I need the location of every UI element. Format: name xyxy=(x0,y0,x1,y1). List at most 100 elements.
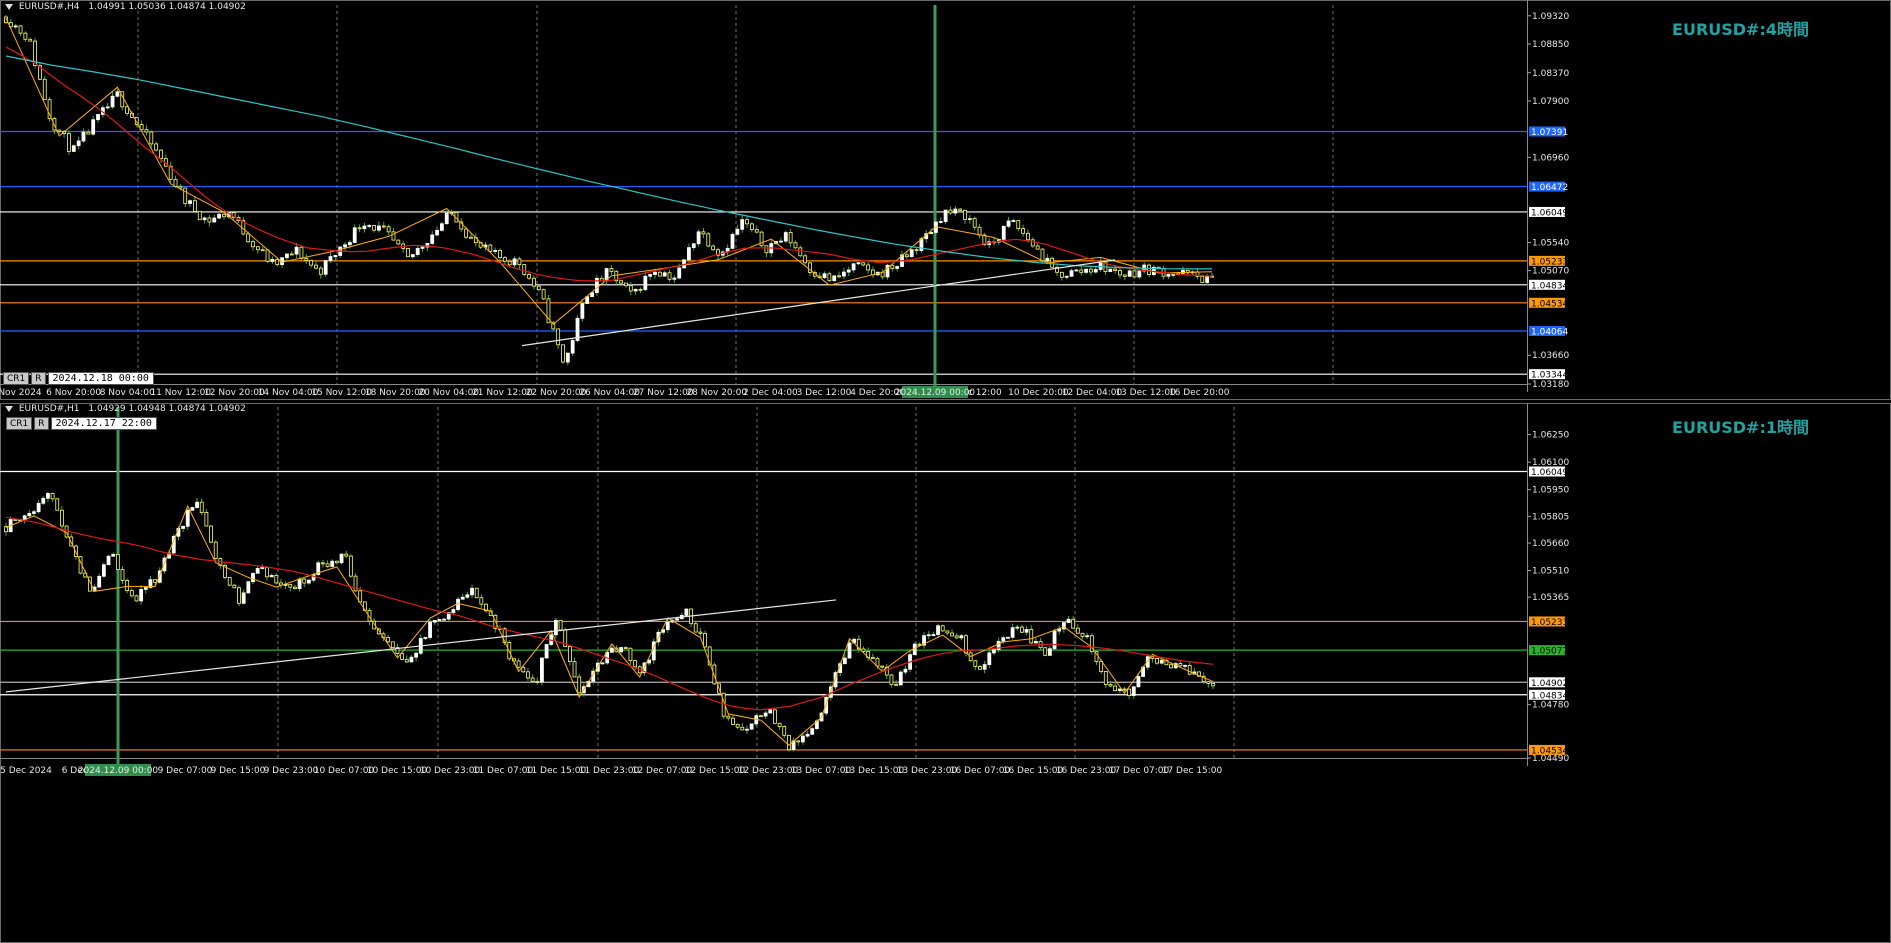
time-tick-label: 16 Dec 15:00 xyxy=(1003,766,1064,776)
candle-body xyxy=(428,621,432,638)
price-tick-label: 1.08370 xyxy=(1532,69,1569,79)
candle-body xyxy=(183,187,188,204)
candle-body xyxy=(217,213,222,219)
r-button[interactable]: R xyxy=(34,417,49,430)
h1-chart-svg: 1.062501.061001.059501.058051.056601.055… xyxy=(0,403,1891,943)
candle-body xyxy=(1118,270,1122,276)
candle-body xyxy=(241,592,246,604)
candle-body xyxy=(181,525,185,529)
candle-body xyxy=(577,676,582,694)
candle-body xyxy=(516,660,521,668)
candle-body xyxy=(1137,270,1142,278)
candle-body xyxy=(894,683,899,686)
candle-body xyxy=(237,587,241,604)
candle-body xyxy=(973,660,978,667)
candle-body xyxy=(521,666,526,673)
candle-body xyxy=(28,38,33,42)
candle-body xyxy=(362,225,367,230)
candle-body xyxy=(309,260,314,266)
time-tick-label: 11 Dec 15:00 xyxy=(526,766,587,776)
h1-chart-pane[interactable]: 1.06250 1.06100 1.05950 1.05805 1.05660 1.055… xyxy=(0,403,1891,943)
candle-body xyxy=(633,660,638,668)
candle-body xyxy=(288,583,293,588)
candle-body xyxy=(929,232,933,235)
price-tick-label: 1.03180 xyxy=(1532,380,1569,390)
candle-body xyxy=(1052,630,1057,650)
candle-body xyxy=(274,574,279,584)
candle-body xyxy=(1085,635,1090,638)
price-tick-label: 1.04780 xyxy=(1532,701,1569,711)
time-tick-label: 16 Dec 20:00 xyxy=(1169,388,1230,398)
price-level-label: 1.04902 xyxy=(1531,679,1568,689)
candle-body xyxy=(783,232,788,242)
candle-body xyxy=(526,671,530,679)
candle-body xyxy=(687,247,691,261)
cr1-button[interactable]: CR1 xyxy=(6,417,33,430)
time-tick-label: 11 Dec 07:00 xyxy=(473,766,534,776)
candle-body xyxy=(619,647,624,653)
candle-body xyxy=(1117,688,1122,692)
candle-body xyxy=(759,715,763,718)
time-tick-label: 10 Dec 15:00 xyxy=(367,766,428,776)
candle-body xyxy=(731,717,735,725)
price-tick-label: 1.05540 xyxy=(1532,238,1569,248)
candle-body xyxy=(1098,261,1103,270)
candle-body xyxy=(1127,688,1132,697)
price-level-label: 1.04534 xyxy=(1531,746,1568,756)
price-level-label: 1.05233 xyxy=(1531,257,1568,267)
candle-body xyxy=(396,239,401,245)
candle-body xyxy=(129,590,134,597)
candle-body xyxy=(1015,626,1020,629)
candle-body xyxy=(963,209,967,220)
candle-body xyxy=(696,231,701,245)
price-tick-label: 1.05070 xyxy=(1532,267,1569,277)
moving-average-short xyxy=(5,516,1214,711)
candle-body xyxy=(866,264,871,271)
collapse-triangle-icon[interactable] xyxy=(5,405,13,412)
candle-body xyxy=(311,574,316,581)
candle-body xyxy=(199,501,204,513)
candle-body xyxy=(1103,671,1108,685)
candle-body xyxy=(1006,636,1010,639)
candle-body xyxy=(1200,276,1205,283)
time-tick-label: 27 Nov 12:00 xyxy=(633,388,694,398)
r-button[interactable]: R xyxy=(31,372,46,385)
candle-body xyxy=(1166,274,1171,277)
candle-body xyxy=(1205,275,1210,283)
time-tick-label: 13 Dec 07:00 xyxy=(791,766,852,776)
candle-body xyxy=(565,352,570,363)
candle-body xyxy=(977,226,982,236)
time-tick-label: 10 Dec 07:00 xyxy=(314,766,375,776)
candle-body xyxy=(653,271,657,275)
candle-body xyxy=(822,273,827,279)
candle-body xyxy=(1059,271,1064,278)
time-tick-label: 22 Nov 20:00 xyxy=(526,388,587,398)
cr1-button[interactable]: CR1 xyxy=(3,372,30,385)
collapse-triangle-icon[interactable] xyxy=(5,3,13,10)
candle-body xyxy=(86,131,91,135)
candle-body xyxy=(1045,257,1050,262)
price-level-label: 1.05077 xyxy=(1531,647,1568,657)
candle-body xyxy=(400,653,405,660)
candle-body xyxy=(940,625,945,632)
price-level-label: 1.06049 xyxy=(1531,468,1568,478)
candle-body xyxy=(522,264,527,275)
candle-body xyxy=(890,264,895,269)
time-tick-label: 13 Dec 23:00 xyxy=(897,766,958,776)
candle-body xyxy=(134,595,139,602)
h4-chart-svg: 1.09320 1.08850 1.08370 1.07900 1.06960 1.055… xyxy=(0,0,1891,400)
h4-chart-pane[interactable]: 1.09320 1.08850 1.08370 1.07900 1.06960 1.055… xyxy=(0,0,1891,400)
candle-body xyxy=(115,554,120,570)
candle-body xyxy=(352,227,357,243)
h1-chart-header: EURUSD#,H1 1.04929 1.04948 1.04874 1.049… xyxy=(5,404,246,414)
candle-body xyxy=(149,131,154,145)
candle-body xyxy=(788,232,793,244)
candle-body xyxy=(754,229,759,233)
candle-body xyxy=(330,560,335,567)
candle-body xyxy=(763,712,768,717)
candle-body xyxy=(1074,269,1079,272)
candle-body xyxy=(460,596,465,600)
candle-body xyxy=(139,588,144,602)
candle-body xyxy=(936,625,940,635)
candle-body xyxy=(773,709,777,724)
